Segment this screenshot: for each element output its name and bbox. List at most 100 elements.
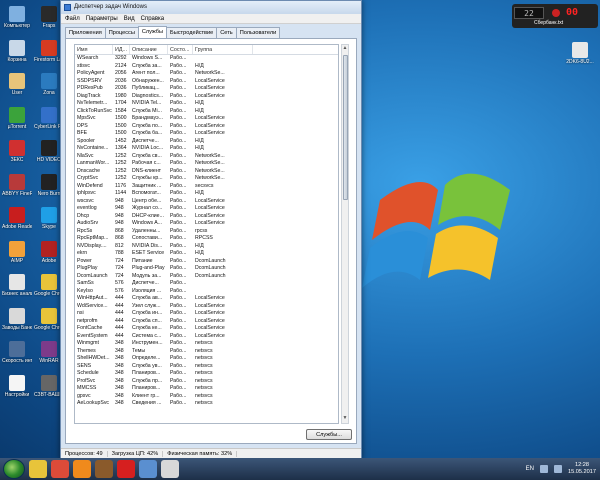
table-row[interactable]: ClickToRunSvc 1584 Служба Mi... Рабо... Н/Д <box>75 108 338 116</box>
clock[interactable]: 12:28 15.05.2017 <box>568 462 596 476</box>
table-row[interactable]: DcomLaunch 724 Модуль за... Рабо... DcomLaun… <box>75 273 338 281</box>
table-row[interactable]: WdiService... 444 Узел служ... Рабо... Local… <box>75 303 338 311</box>
desktop-icon[interactable]: µTorrent <box>2 106 32 130</box>
table-row[interactable]: Dhcp 948 DHCP-клие... Рабо... LocalService <box>75 213 338 221</box>
desktop-icon[interactable]: ABBYY FineRea... <box>2 173 32 197</box>
taskmgr-icon[interactable] <box>139 460 157 478</box>
explorer-icon[interactable] <box>29 460 47 478</box>
tab-processes[interactable]: Процессы <box>104 27 139 38</box>
warcraft-icon[interactable] <box>95 460 113 478</box>
table-row[interactable]: KeyIso 576 Изоляция ... Рабо... <box>75 288 338 296</box>
table-row[interactable]: ShellHWDet... 348 Определе... Рабо... netsvc… <box>75 355 338 363</box>
table-row[interactable]: NlaSvc 1252 Служба св... Рабо... NetworkSe..… <box>75 153 338 161</box>
menu-view[interactable]: Вид <box>124 16 135 22</box>
tab-services[interactable]: Службы <box>137 26 168 38</box>
desktop-icon[interactable]: Компьютер <box>2 6 32 29</box>
desktop-icon[interactable]: AIMP <box>2 240 32 264</box>
table-row[interactable]: wscsvc 948 Центр обе... Рабо... LocalService <box>75 198 338 206</box>
scroll-down-icon[interactable]: ▼ <box>342 415 348 423</box>
table-row[interactable]: NVDisplay.... 812 NVIDIA Dis... Рабо... Н/Д <box>75 243 338 251</box>
media-icon[interactable] <box>73 460 91 478</box>
table-row[interactable]: BFE 1500 Служба ба... Рабо... LocalService <box>75 130 338 138</box>
chrome-icon[interactable] <box>51 460 69 478</box>
column-pid[interactable]: ИД... <box>113 45 130 54</box>
tab-performance[interactable]: Быстродействие <box>166 27 218 38</box>
table-row[interactable]: Winmgmt 348 Инструмен... Рабо... netsvcs <box>75 340 338 348</box>
table-row[interactable]: RpcSs 868 Удаленны... Рабо... rpcss <box>75 228 338 236</box>
table-row[interactable]: WinDefend 1176 Защитник ... Рабо... secsvcs <box>75 183 338 191</box>
service-pid: 1980 <box>115 92 127 99</box>
table-row[interactable]: Themes 348 Темы Рабо... netsvcs <box>75 348 338 356</box>
table-row[interactable]: FontCache 444 Служба ке... Рабо... LocalServ… <box>75 325 338 333</box>
table-row[interactable]: NvContaine... 1364 NVIDIA Loc... Рабо... Н/Д <box>75 145 338 153</box>
desktop-icon[interactable]: Adobe Reader XI <box>2 207 32 230</box>
recorder-icon[interactable] <box>117 460 135 478</box>
table-row[interactable]: gpsvc 348 Клиент гр... Рабо... netsvcs <box>75 393 338 401</box>
network-icon[interactable] <box>540 465 548 473</box>
tab-applications[interactable]: Приложения <box>65 27 106 38</box>
table-row[interactable]: netprofm 444 Служба сп... Рабо... LocalServi… <box>75 318 338 326</box>
menu-file[interactable]: Файл <box>65 16 80 22</box>
table-row[interactable]: ProfSvc 348 Служба пр... Рабо... netsvcs <box>75 378 338 386</box>
desktop-icon[interactable]: ЗЕКС <box>2 140 32 163</box>
table-row[interactable]: Power 724 Питание Рабо... DcomLaunch <box>75 258 338 266</box>
desktop-icon[interactable]: User <box>2 73 32 96</box>
services-button[interactable]: Службы... <box>306 429 352 440</box>
table-row[interactable]: DiagTrack 1980 Diagnostics... Рабо... LocalS… <box>75 93 338 101</box>
table-row[interactable]: AeLookupSvc 348 Сведения ... Рабо... netsvcs <box>75 400 338 408</box>
table-row[interactable]: DPS 1500 Служба по... Рабо... LocalService <box>75 123 338 131</box>
table-row[interactable]: Spooler 1452 Диспетче... Рабо... Н/Д <box>75 138 338 146</box>
desktop-icon[interactable]: Скорость инт... <box>2 341 32 364</box>
tab-users[interactable]: Пользователи <box>235 27 281 38</box>
volume-icon[interactable] <box>554 465 562 473</box>
menu-options[interactable]: Параметры <box>86 16 118 22</box>
column-status[interactable]: Состо... <box>168 45 193 54</box>
column-name[interactable]: Имя <box>75 45 113 54</box>
vertical-scrollbar[interactable]: ▲ ▼ <box>341 44 349 424</box>
table-row[interactable]: SENS 348 Служба ув... Рабо... netsvcs <box>75 363 338 371</box>
desktop-icon[interactable]: Заводы Банковск. <box>2 307 32 331</box>
timer-gadget[interactable]: 22 00 Сбербанк.txt <box>512 4 598 28</box>
table-row[interactable]: stisvc 2124 Служба за... Рабо... Н/Д <box>75 63 338 71</box>
language-indicator[interactable]: EN <box>526 466 534 472</box>
table-row[interactable]: WinHttpAut... 444 Служба ав... Рабо... Local… <box>75 295 338 303</box>
desktop-icon[interactable]: Бизнес аналит. <box>2 274 32 297</box>
desktop-icon-file[interactable]: 2DK6-8U2... <box>565 42 595 65</box>
table-row[interactable]: EventSystem 444 Система с... Рабо... LocalSe… <box>75 333 338 341</box>
services-list[interactable]: Имя ИД... Описание Состо... Группа WSear… <box>74 44 339 424</box>
table-row[interactable]: eventlog 948 Журнал со... Рабо... LocalServi… <box>75 205 338 213</box>
tab-networking[interactable]: Сеть <box>216 27 237 38</box>
desktop-icon[interactable]: Настройки <box>2 374 32 398</box>
table-row[interactable]: RpcEptMap... 868 Сопостави... Рабо... RPCSS <box>75 235 338 243</box>
desktop-icon[interactable]: Корзина <box>2 39 32 63</box>
table-row[interactable]: SSDPSRV 2036 Обнаружен... Рабо... LocalServi… <box>75 78 338 86</box>
table-row[interactable]: CryptSvc 1252 Службы кр... Рабо... NetworkSe… <box>75 175 338 183</box>
table-row[interactable]: Dnscache 1252 DNS-клиент Рабо... NetworkSe..… <box>75 168 338 176</box>
service-group: netsvcs <box>195 347 213 354</box>
table-row[interactable]: MpsSvc 1500 Брандмауэ... Рабо... LocalServic… <box>75 115 338 123</box>
table-row[interactable]: PDResPub 2036 Публикац... Рабо... LocalServi… <box>75 85 338 93</box>
scroll-up-icon[interactable]: ▲ <box>342 45 348 53</box>
menu-help[interactable]: Справка <box>141 16 165 22</box>
table-row[interactable]: nsi 444 Служба ин... Рабо... LocalService <box>75 310 338 318</box>
table-row[interactable]: iphlpsvc 1144 Вспомогат... Рабо... Н/Д <box>75 190 338 198</box>
service-group: netsvcs <box>195 385 213 391</box>
start-button[interactable] <box>3 459 25 479</box>
table-row[interactable]: NvTelemetr... 1704 NVIDIA Tel... Рабо... Н/Д <box>75 100 338 108</box>
scroll-thumb[interactable] <box>343 55 348 200</box>
table-row[interactable]: PlugPlay 724 Plug-and-Play Рабо... DcomLaunc… <box>75 265 338 273</box>
table-row[interactable]: AudioSrv 948 Windows A... Рабо... LocalServi… <box>75 220 338 228</box>
table-row[interactable]: PolicyAgent 2056 Агент пол... Рабо... Networ… <box>75 70 338 78</box>
table-row[interactable]: SamSs 576 Диспетче... Рабо... <box>75 280 338 288</box>
app-icon[interactable] <box>161 460 179 478</box>
task-manager-window[interactable]: Диспетчер задач Windows Файл Параметры В… <box>60 0 362 460</box>
table-row[interactable]: WSearch 3292 Windows S... Рабо... <box>75 55 338 63</box>
column-group[interactable]: Группа <box>193 45 253 54</box>
column-description[interactable]: Описание <box>130 45 168 54</box>
record-icon[interactable] <box>552 9 560 17</box>
title-bar[interactable]: Диспетчер задач Windows <box>61 1 361 14</box>
table-row[interactable]: MMCSS 348 Планиров... Рабо... netsvcs <box>75 385 338 393</box>
table-row[interactable]: Schedule 348 Планиров... Рабо... netsvcs <box>75 370 338 378</box>
table-row[interactable]: LanmanWor... 1252 Рабочая с... Рабо... Netwo… <box>75 160 338 168</box>
table-row[interactable]: ekrn 788 ESET Service Рабо... Н/Д <box>75 250 338 258</box>
